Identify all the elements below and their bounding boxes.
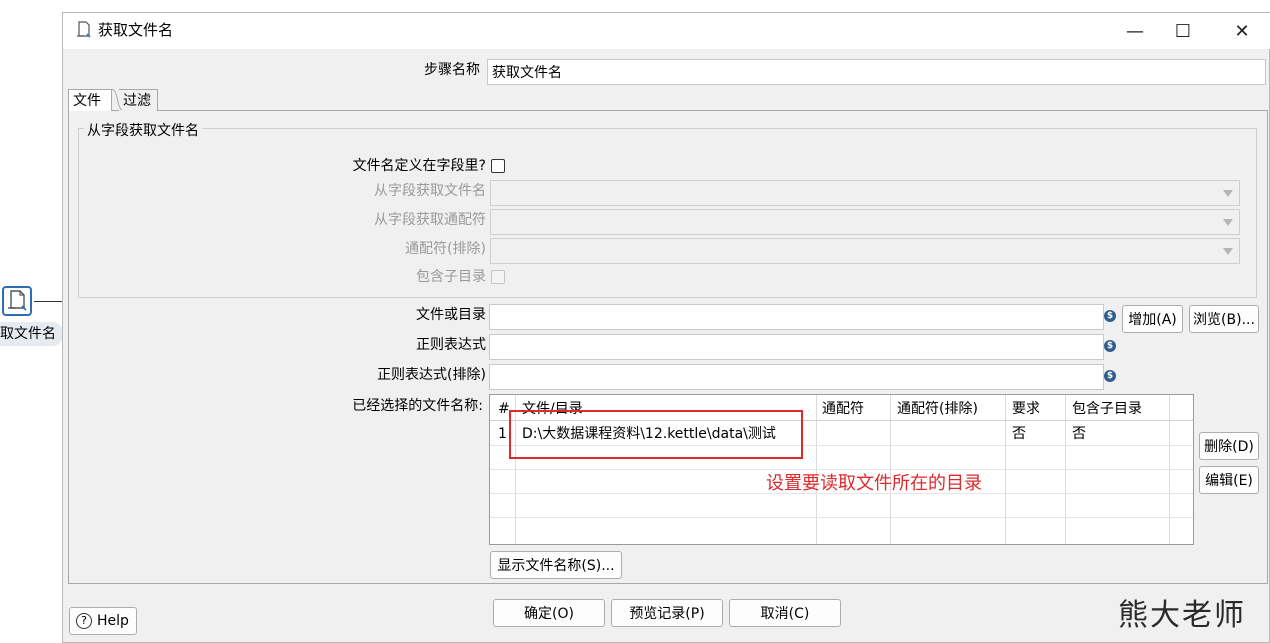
include-subfolders-checkbox[interactable] bbox=[491, 270, 505, 284]
preview-button[interactable]: 预览记录(P) bbox=[611, 599, 723, 627]
file-or-dir-input[interactable] bbox=[489, 304, 1104, 330]
show-filenames-button[interactable]: 显示文件名称(S)... bbox=[490, 551, 622, 579]
column-header-wildcard[interactable]: 通配符 bbox=[822, 399, 864, 419]
tab-divider bbox=[110, 89, 122, 111]
help-label: Help bbox=[97, 613, 129, 629]
wildcard-exclude-combo[interactable] bbox=[490, 238, 1240, 264]
browse-button[interactable]: 浏览(B)... bbox=[1189, 305, 1259, 333]
filename-field-combo[interactable] bbox=[490, 180, 1240, 206]
add-button[interactable]: 增加(A) bbox=[1122, 305, 1183, 333]
file-or-dir-label: 文件或目录 bbox=[416, 307, 486, 323]
help-button[interactable]: ? Help bbox=[69, 607, 137, 635]
maximize-button[interactable]: ☐ bbox=[1158, 13, 1208, 49]
regex-exclude-input[interactable] bbox=[489, 364, 1104, 390]
filename-in-field-checkbox[interactable] bbox=[491, 159, 505, 173]
wildcard-field-combo[interactable] bbox=[490, 209, 1240, 235]
watermark: 熊大老师 bbox=[1118, 598, 1246, 633]
from-field-group-title: 从字段获取文件名 bbox=[84, 121, 202, 141]
chevron-down-icon bbox=[1223, 219, 1233, 226]
minimize-button[interactable]: — bbox=[1110, 13, 1160, 49]
cancel-button[interactable]: 取消(C) bbox=[729, 599, 841, 627]
regex-input[interactable] bbox=[489, 334, 1104, 360]
column-header-required[interactable]: 要求 bbox=[1012, 399, 1040, 419]
variable-icon[interactable]: $ bbox=[1104, 370, 1116, 382]
table-cell-include-subfolders[interactable]: 否 bbox=[1072, 424, 1086, 444]
annotation-highlight-box bbox=[509, 410, 803, 459]
dialog-file-icon bbox=[77, 21, 91, 38]
wildcard-exclude-label: 通配符(排除) bbox=[405, 241, 486, 257]
include-subfolders-label: 包含子目录 bbox=[416, 269, 486, 285]
row-divider bbox=[490, 469, 1193, 470]
annotation-text: 设置要读取文件所在的目录 bbox=[766, 473, 982, 494]
title-bar bbox=[63, 13, 1270, 49]
step-name-input[interactable] bbox=[487, 59, 1266, 85]
edit-button[interactable]: 编辑(E) bbox=[1199, 466, 1259, 494]
regex-label: 正则表达式 bbox=[416, 337, 486, 353]
selected-files-label: 已经选择的文件名称: bbox=[352, 398, 483, 414]
delete-button[interactable]: 删除(D) bbox=[1199, 432, 1259, 460]
window-title: 获取文件名 bbox=[98, 21, 174, 39]
ok-button[interactable]: 确定(O) bbox=[493, 599, 605, 627]
step-label[interactable]: 取文件名 bbox=[0, 322, 64, 346]
step-name-label: 步骤名称 bbox=[424, 62, 480, 78]
step-icon[interactable] bbox=[2, 286, 32, 316]
help-icon: ? bbox=[76, 613, 92, 629]
file-icon bbox=[8, 290, 27, 311]
hop-line bbox=[34, 301, 64, 302]
filename-field-label: 从字段获取文件名 bbox=[374, 183, 486, 199]
filename-in-field-label: 文件名定义在字段里? bbox=[352, 158, 486, 174]
close-button[interactable]: ✕ bbox=[1217, 13, 1267, 49]
variable-icon[interactable]: $ bbox=[1104, 310, 1116, 322]
chevron-down-icon bbox=[1223, 190, 1233, 197]
tab-filter[interactable]: 过滤 bbox=[119, 89, 158, 111]
column-header-wildcard-exclude[interactable]: 通配符(排除) bbox=[897, 399, 978, 419]
column-header-num[interactable]: # bbox=[498, 399, 510, 419]
chevron-down-icon bbox=[1223, 248, 1233, 255]
row-divider bbox=[490, 517, 1193, 518]
wildcard-field-label: 从字段获取通配符 bbox=[374, 212, 486, 228]
variable-icon[interactable]: $ bbox=[1104, 340, 1116, 352]
tab-file[interactable]: 文件 bbox=[68, 89, 112, 111]
column-header-include-subfolders[interactable]: 包含子目录 bbox=[1072, 399, 1142, 419]
table-row-num: 1 bbox=[498, 426, 507, 442]
regex-exclude-label: 正则表达式(排除) bbox=[377, 367, 486, 383]
table-cell-required[interactable]: 否 bbox=[1012, 424, 1026, 444]
